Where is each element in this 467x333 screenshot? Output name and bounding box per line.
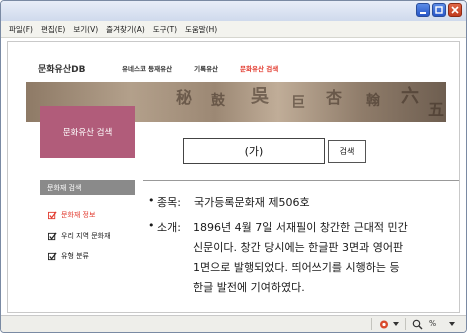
minimize-button[interactable] bbox=[416, 3, 430, 17]
status-divider bbox=[405, 318, 406, 330]
banner-glyph: 杏 bbox=[326, 88, 343, 107]
top-nav: 유네스코 등재유산 기록유산 문화유산 검색 bbox=[122, 63, 278, 73]
bullet-designation: • bbox=[148, 194, 155, 207]
nav-documentary[interactable]: 기록유산 bbox=[194, 63, 218, 73]
page-content: 문화유산DB 유네스코 등재유산 기록유산 문화유산 검색 秘 鼓 吳 巨 杏 … bbox=[7, 41, 460, 313]
menu-favorites[interactable]: 즐겨찾기(A) bbox=[106, 24, 145, 35]
sidebar-item-label: 우리 지역 문화재 bbox=[61, 232, 111, 240]
intro-label: 소개: bbox=[157, 221, 181, 234]
browser-window: 파일(F) 편집(E) 보기(V) 즐겨찾기(A) 도구(T) 도움말(H) 문… bbox=[0, 0, 467, 333]
section-title-box: 문화유산 검색 bbox=[40, 106, 135, 158]
maximize-button[interactable] bbox=[432, 3, 446, 17]
maximize-icon bbox=[435, 6, 443, 14]
banner-glyph: 六 bbox=[401, 86, 419, 107]
menu-view[interactable]: 보기(V) bbox=[73, 24, 98, 35]
sidebar-heading: 문화재 검색 bbox=[40, 180, 135, 195]
search-button[interactable]: 검색 bbox=[328, 140, 366, 163]
zoom-icon[interactable] bbox=[412, 319, 423, 330]
banner-glyph: 巨 bbox=[291, 95, 305, 111]
intro-line: 1896년 4월 7일 서재필이 창간한 근대적 민간 bbox=[193, 221, 408, 234]
menu-edit[interactable]: 편집(E) bbox=[41, 24, 65, 35]
banner-glyph: 翰 bbox=[366, 93, 380, 109]
sidebar-item-label: 유형 분류 bbox=[61, 252, 89, 260]
window-controls bbox=[416, 3, 462, 17]
zoom-level[interactable]: % bbox=[429, 319, 436, 328]
banner-glyph: 五 bbox=[428, 100, 445, 119]
chevron-down-icon[interactable] bbox=[393, 322, 399, 327]
menu-file[interactable]: 파일(F) bbox=[9, 24, 33, 35]
checkbox-icon bbox=[48, 252, 57, 260]
nav-heritage-search[interactable]: 문화유산 검색 bbox=[240, 63, 278, 73]
chevron-down-icon[interactable] bbox=[449, 322, 455, 327]
menu-tools[interactable]: 도구(T) bbox=[153, 24, 177, 35]
intro-line: 신문이다. 창간 당시에는 한글판 3면과 영어판 bbox=[193, 241, 404, 254]
minimize-icon bbox=[420, 12, 426, 14]
sidebar-item-local-heritage[interactable]: 우리 지역 문화재 bbox=[48, 231, 111, 241]
security-zone-icon[interactable] bbox=[379, 319, 391, 330]
site-logo[interactable]: 문화유산DB bbox=[38, 62, 85, 75]
info-divider bbox=[143, 180, 459, 181]
checkbox-icon bbox=[48, 211, 57, 219]
banner-glyph: 秘 bbox=[176, 88, 193, 107]
designation-label: 종목: bbox=[157, 196, 181, 209]
search-input[interactable]: (가) bbox=[183, 138, 325, 164]
sidebar-item-heritage-info[interactable]: 문화재 정보 bbox=[48, 210, 95, 220]
close-button[interactable] bbox=[448, 3, 462, 17]
menu-bar: 파일(F) 편집(E) 보기(V) 즐겨찾기(A) 도구(T) 도움말(H) bbox=[1, 21, 466, 38]
bullet-intro: • bbox=[148, 219, 155, 232]
designation-value: 국가등록문화재 제506호 bbox=[194, 196, 310, 209]
close-icon bbox=[451, 6, 459, 14]
intro-line: 1면으로 발행되었다. 띄어쓰기를 시행하는 등 bbox=[193, 261, 400, 274]
banner-glyph: 吳 bbox=[251, 86, 269, 107]
sidebar-item-type-category[interactable]: 유형 분류 bbox=[48, 251, 89, 261]
menu-help[interactable]: 도움말(H) bbox=[185, 24, 217, 35]
checkbox-icon bbox=[48, 232, 57, 240]
status-divider bbox=[371, 318, 372, 330]
banner-glyph: 鼓 bbox=[211, 93, 225, 109]
status-bar: % bbox=[1, 315, 466, 332]
nav-unesco[interactable]: 유네스코 등재유산 bbox=[122, 63, 172, 73]
sidebar-item-label: 문화재 정보 bbox=[61, 211, 96, 219]
title-bar bbox=[1, 1, 466, 21]
intro-line: 한글 발전에 기여하였다. bbox=[193, 281, 305, 294]
